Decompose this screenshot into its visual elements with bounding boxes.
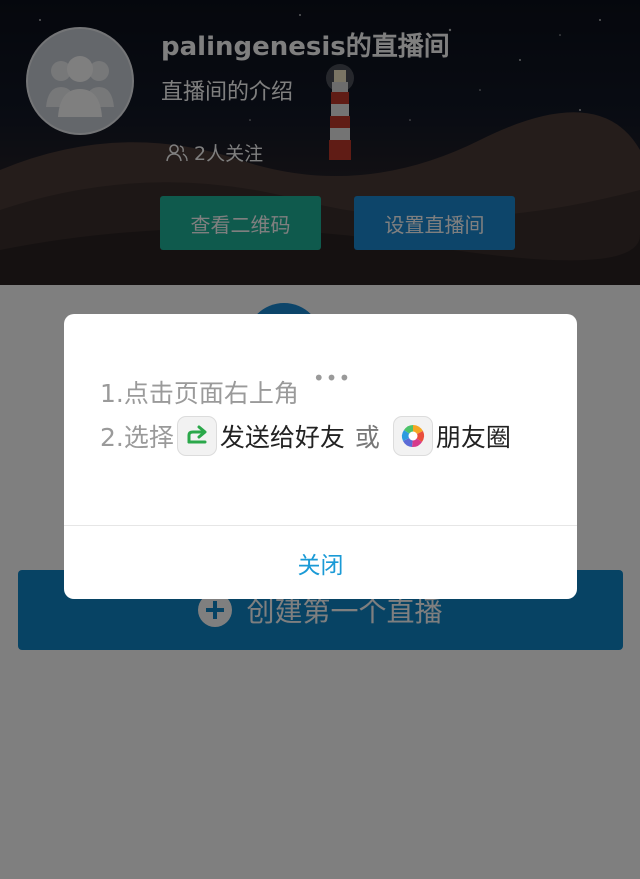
close-button[interactable]: 关闭 [64, 526, 577, 599]
share-instructions-dialog: 1.点击页面右上角 ••• 2.选择 发送给好友 或 朋友圈 关闭 [64, 314, 577, 599]
more-dots-icon: ••• [312, 366, 352, 390]
step2-prefix: 2.选择 [100, 423, 174, 452]
moments-icon [392, 416, 433, 456]
or-label: 或 [354, 423, 380, 452]
moments-label: 朋友圈 [435, 423, 511, 452]
instruction-step-2: 2.选择 发送给好友 或 朋友圈 [100, 416, 511, 456]
step1-text: 1.点击页面右上角 [100, 379, 299, 408]
instruction-step-1: 1.点击页面右上角 ••• [100, 366, 351, 410]
send-to-friend-label: 发送给好友 [219, 423, 345, 452]
share-icon [176, 416, 217, 456]
